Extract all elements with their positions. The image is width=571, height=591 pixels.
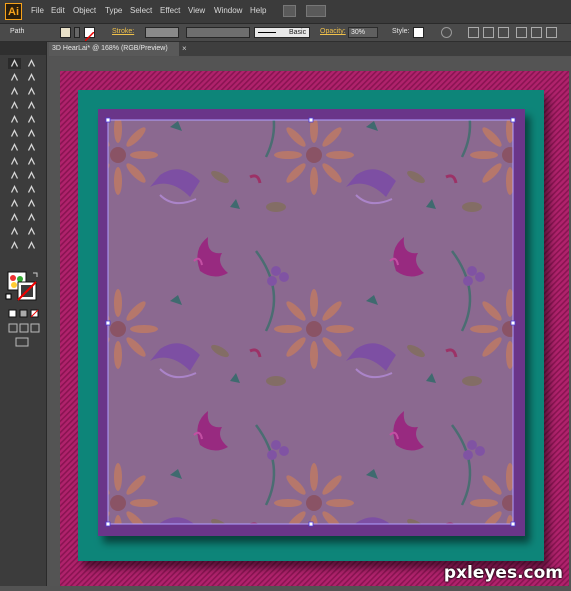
slice-tool-icon[interactable]: [25, 226, 38, 237]
pattern-opacity-overlay: [108, 120, 513, 524]
stroke-color-icon[interactable]: [17, 281, 37, 301]
mesh-tool-icon[interactable]: [8, 184, 21, 195]
live-paint-selection-tool-icon[interactable]: [25, 212, 38, 223]
none-mode-icon[interactable]: [30, 309, 39, 318]
style-label: Style:: [392, 28, 410, 35]
color-mode-icon[interactable]: [8, 309, 17, 318]
gradient-tool-icon[interactable]: [25, 184, 38, 195]
draw-behind-icon[interactable]: [19, 323, 29, 333]
opacity-field[interactable]: 30%: [348, 27, 378, 38]
fill-swatch-icon[interactable]: [60, 27, 71, 38]
handle-middle-right[interactable]: [510, 320, 516, 326]
no-stroke-icon: [84, 31, 95, 42]
bridge-icon[interactable]: [283, 5, 296, 17]
menu-type[interactable]: Type: [105, 6, 122, 15]
direct-selection-tool-icon[interactable]: [25, 58, 38, 69]
watermark: pxleyes.com: [443, 563, 563, 583]
canvas-area[interactable]: [50, 57, 571, 586]
document-tab-bar: 3D HearLai* @ 168% (RGB/Preview) ×: [49, 42, 571, 56]
handle-top-left[interactable]: [105, 117, 111, 123]
artwork: [60, 71, 569, 586]
brush-stroke-preview: [258, 32, 276, 33]
pencil-tool-icon[interactable]: [25, 114, 38, 125]
menu-edit[interactable]: Edit: [51, 6, 65, 15]
tools-panel: [0, 42, 47, 586]
artboard-tool-icon[interactable]: [8, 226, 21, 237]
fill-dropdown-icon[interactable]: [74, 27, 80, 38]
draw-normal-icon[interactable]: [8, 323, 18, 333]
handle-middle-left[interactable]: [105, 320, 111, 326]
handle-bottom-center[interactable]: [308, 521, 314, 527]
eraser-tool-icon[interactable]: [25, 128, 38, 139]
menu-select[interactable]: Select: [130, 6, 152, 15]
stroke-swatch-icon[interactable]: [84, 27, 95, 42]
paintbrush-tool-icon[interactable]: [8, 114, 21, 125]
menu-bar: Ai File Edit Object Type Select Effect V…: [0, 0, 571, 24]
handle-top-right[interactable]: [510, 117, 516, 123]
selection-type-label: Path: [10, 28, 25, 35]
document-tab[interactable]: 3D HearLai* @ 168% (RGB/Preview): [49, 42, 179, 56]
pen-tool-icon[interactable]: [8, 86, 21, 97]
free-transform-tool-icon[interactable]: [25, 156, 38, 167]
gradient-mode-icon[interactable]: [19, 309, 28, 318]
arrange-documents-icon[interactable]: [306, 5, 326, 17]
handle-bottom-right[interactable]: [510, 521, 516, 527]
handle-top-center[interactable]: [308, 117, 314, 123]
scale-tool-icon[interactable]: [25, 142, 38, 153]
align-top-icon[interactable]: [516, 27, 527, 38]
align-center-icon[interactable]: [483, 27, 494, 38]
zoom-tool-icon[interactable]: [25, 240, 38, 251]
handle-bottom-left[interactable]: [105, 521, 111, 527]
align-left-icon[interactable]: [468, 27, 479, 38]
menu-effect[interactable]: Effect: [160, 6, 180, 15]
align-bottom-icon[interactable]: [546, 27, 557, 38]
magic-wand-tool-icon[interactable]: [8, 72, 21, 83]
menu-object[interactable]: Object: [73, 6, 96, 15]
color-controls: [5, 271, 40, 347]
hand-tool-icon[interactable]: [8, 240, 21, 251]
eyedropper-tool-icon[interactable]: [8, 198, 21, 209]
column-graph-tool-icon[interactable]: [25, 170, 38, 181]
brush-name: Basic: [289, 29, 307, 36]
menu-window[interactable]: Window: [214, 6, 242, 15]
line-tool-icon[interactable]: [8, 100, 21, 111]
lasso-tool-icon[interactable]: [25, 72, 38, 83]
variable-width-profile[interactable]: [186, 27, 250, 38]
type-tool-icon[interactable]: [25, 86, 38, 97]
graphic-style-swatch[interactable]: [413, 27, 424, 38]
rectangle-tool-icon[interactable]: [25, 100, 38, 111]
default-colors-icon[interactable]: [5, 293, 12, 300]
app-logo: Ai: [5, 3, 22, 20]
blob-brush-tool-icon[interactable]: [8, 128, 21, 139]
menu-view[interactable]: View: [188, 6, 205, 15]
selection-tool-icon[interactable]: [8, 58, 21, 69]
opacity-label[interactable]: Opacity:: [320, 28, 346, 35]
swap-colors-icon[interactable]: [33, 272, 38, 277]
recolor-artwork-icon[interactable]: [441, 27, 452, 38]
draw-inside-icon[interactable]: [30, 323, 40, 333]
align-middle-icon[interactable]: [531, 27, 542, 38]
tools-panel-grip[interactable]: [0, 42, 46, 55]
symbol-sprayer-tool-icon[interactable]: [8, 170, 21, 181]
menu-help[interactable]: Help: [250, 6, 266, 15]
stroke-label[interactable]: Stroke:: [112, 28, 134, 35]
brush-definition[interactable]: Basic: [254, 27, 310, 38]
live-paint-tool-icon[interactable]: [8, 212, 21, 223]
menu-file[interactable]: File: [31, 6, 44, 15]
control-bar: Path Stroke: Basic Opacity: 30% Style:: [0, 24, 571, 42]
rotate-tool-icon[interactable]: [8, 142, 21, 153]
warp-tool-icon[interactable]: [8, 156, 21, 167]
blend-tool-icon[interactable]: [25, 198, 38, 209]
stroke-weight-field[interactable]: [145, 27, 179, 38]
close-tab-icon[interactable]: ×: [182, 44, 187, 53]
align-right-icon[interactable]: [498, 27, 509, 38]
screen-mode-icon[interactable]: [15, 337, 29, 347]
